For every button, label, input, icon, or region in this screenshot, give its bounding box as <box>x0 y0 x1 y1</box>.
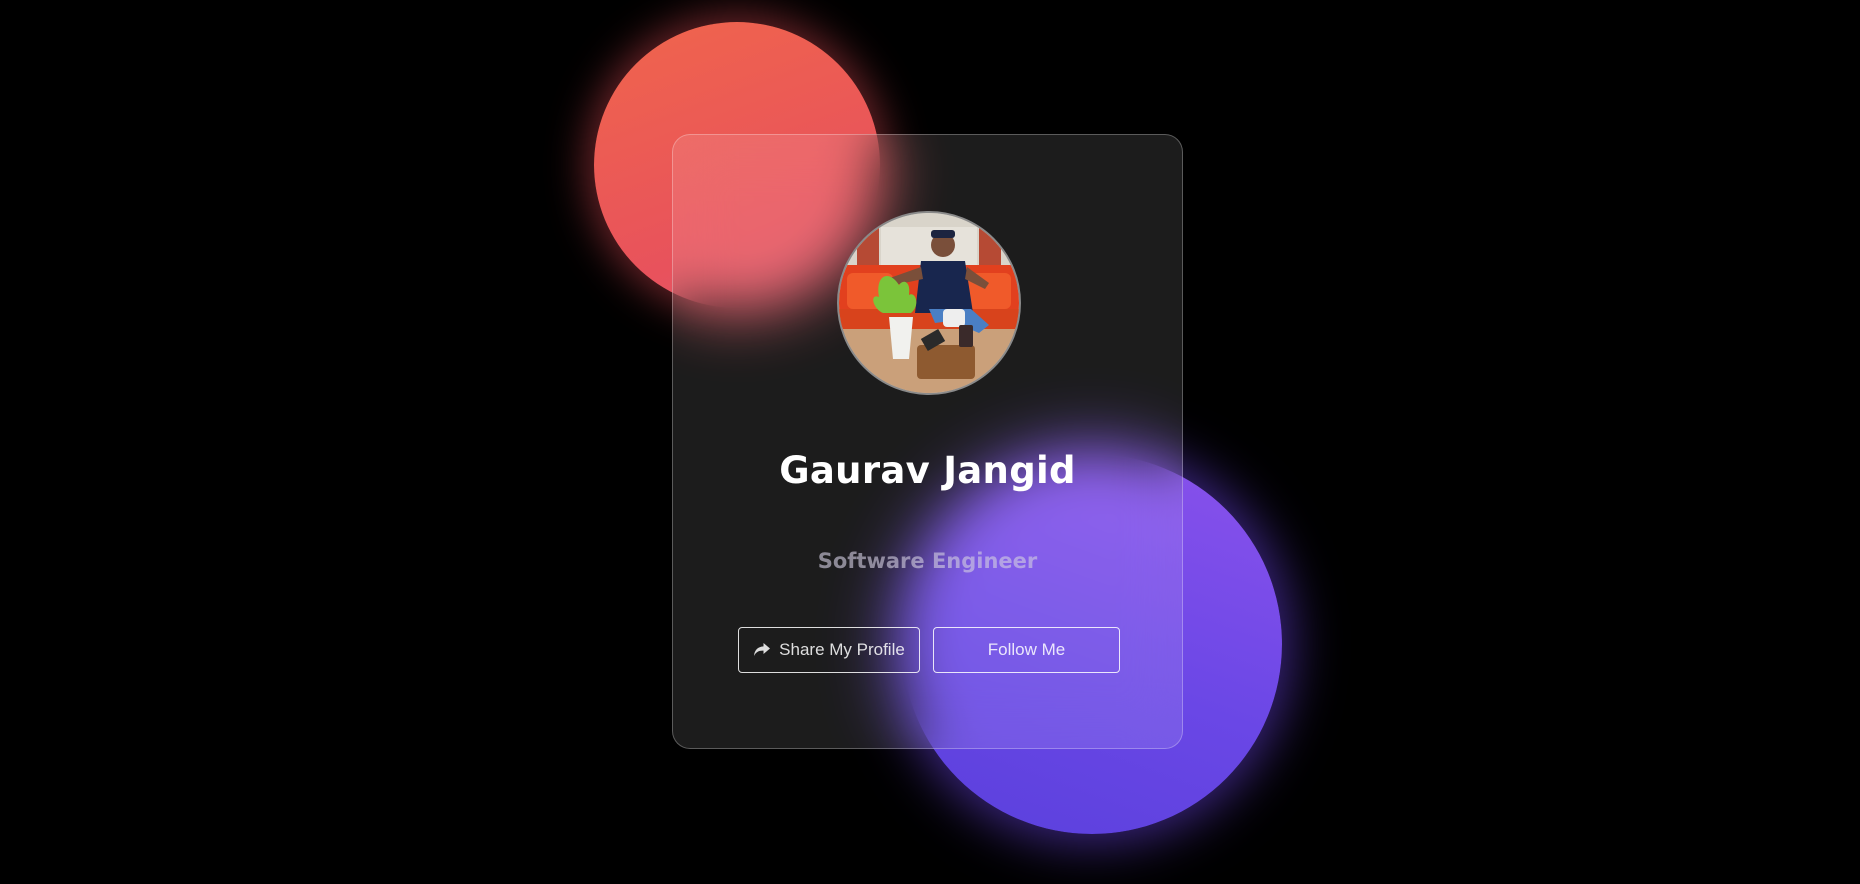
share-profile-button[interactable]: Share My Profile <box>738 627 920 673</box>
avatar <box>837 211 1021 395</box>
profile-name: Gaurav Jangid <box>779 449 1076 492</box>
avatar-photo <box>839 213 1019 393</box>
profile-card: Gaurav Jangid Software Engineer Share My… <box>672 134 1183 749</box>
follow-label: Follow Me <box>987 640 1066 659</box>
share-profile-label: Share My Profile <box>779 640 905 659</box>
profile-title: Software Engineer <box>817 549 1038 573</box>
page-background: Gaurav Jangid Software Engineer Share My… <box>0 0 1860 884</box>
follow-button[interactable]: Follow Me <box>933 627 1120 673</box>
share-arrow-icon <box>753 642 771 658</box>
